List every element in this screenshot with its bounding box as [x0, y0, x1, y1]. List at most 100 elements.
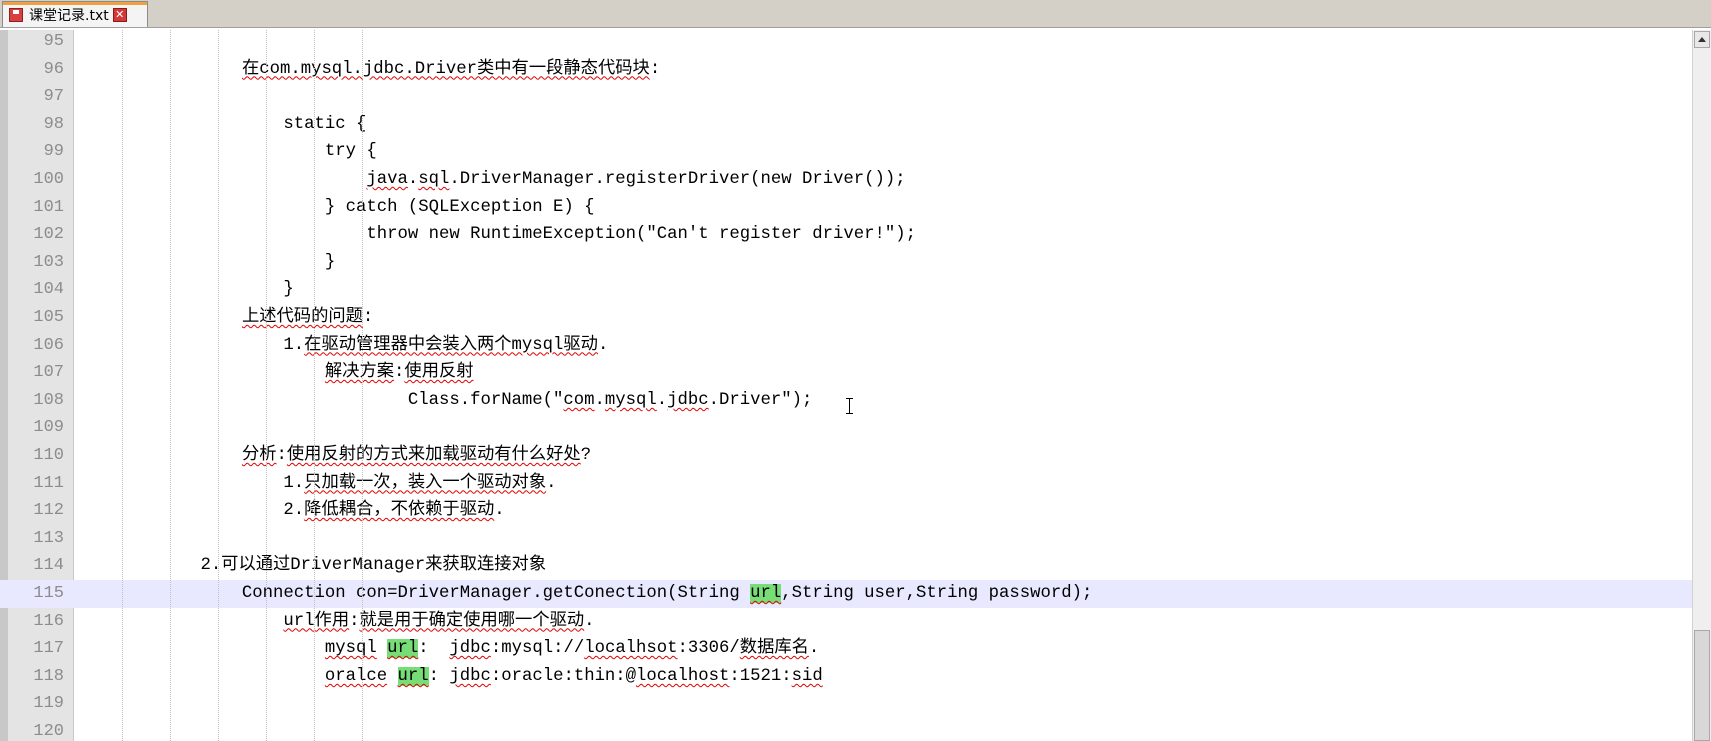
line-text[interactable]: static { [76, 111, 366, 139]
text-segment: url [283, 611, 315, 631]
indent-guide [170, 30, 171, 741]
code-line[interactable]: 115 Connection con=DriverManager.getCone… [0, 580, 1692, 608]
code-line[interactable]: 110 分析:使用反射的方式来加载驱动有什么好处? [0, 442, 1692, 470]
text-segment: throw new RuntimeException("Can't regist… [76, 225, 917, 245]
text-segment: sql [418, 170, 450, 189]
code-line[interactable]: 117 mysql url: jdbc:mysql://localhsot:33… [0, 635, 1692, 663]
line-number: 106 [33, 335, 64, 355]
code-lines[interactable]: 95 96 在com.mysql.jdbc.Driver类中有一段静态代码块: 97… [0, 30, 1692, 741]
text-segment: . [546, 473, 557, 493]
code-line[interactable]: 100 java.sql.DriverManager.registerDrive… [0, 166, 1692, 194]
line-text[interactable]: } [76, 249, 335, 277]
text-segment [76, 363, 325, 382]
line-text[interactable]: 2.降低耦合，不依赖于驱动. [76, 497, 505, 525]
text-segment [76, 612, 283, 631]
code-line[interactable]: 101 } catch (SQLException E) { [0, 194, 1692, 222]
line-text[interactable]: java.sql.DriverManager.registerDriver(ne… [76, 166, 905, 194]
line-text[interactable]: Connection con=DriverManager.getConectio… [76, 580, 1092, 608]
line-number: 95 [43, 32, 64, 51]
code-line[interactable]: 95 [0, 30, 1692, 56]
scrollbar-thumb[interactable] [1694, 630, 1710, 741]
scroll-up-arrow-icon[interactable] [1694, 31, 1710, 48]
code-line[interactable]: 112 2.降低耦合，不依赖于驱动. [0, 497, 1692, 525]
code-line[interactable]: 118 oralce url: jdbc:oracle:thin:@localh… [0, 663, 1692, 691]
text-segment: :3306/ [677, 639, 740, 659]
line-text[interactable]: url作用:就是用于确定使用哪一个驱动. [76, 608, 594, 636]
text-segment: 2. [76, 501, 305, 521]
code-line[interactable]: 111 1.只加载一次，装入一个驱动对象. [0, 470, 1692, 498]
code-line[interactable]: 113 [0, 525, 1692, 553]
code-line[interactable]: 105 上述代码的问题: [0, 304, 1692, 332]
editor-area[interactable]: 95 96 在com.mysql.jdbc.Driver类中有一段静态代码块: 97… [0, 30, 1711, 741]
text-segment: sid [791, 666, 823, 686]
code-line[interactable]: 102 throw new RuntimeException("Can't re… [0, 221, 1692, 249]
text-segment: 解决方案 [324, 363, 395, 383]
line-text[interactable]: 上述代码的问题: [76, 304, 373, 332]
text-segment [76, 170, 366, 189]
search-highlight: url [397, 666, 429, 686]
text-segment: . [407, 170, 419, 189]
search-highlight: url [387, 639, 419, 659]
line-number: 110 [33, 446, 64, 465]
vertical-scrollbar[interactable] [1692, 30, 1711, 741]
text-cursor-icon [845, 396, 855, 416]
line-text[interactable]: 分析:使用反射的方式来加载驱动有什么好处? [76, 442, 591, 470]
line-number: 101 [33, 197, 64, 217]
line-number: 98 [43, 114, 64, 134]
line-number: 117 [33, 639, 64, 659]
line-text[interactable]: oralce url: jdbc:oracle:thin:@localhost:… [76, 663, 823, 691]
text-segment: } catch (SQLException E) { [76, 197, 595, 217]
text-segment: :oracle:thin:@ [490, 666, 637, 686]
indent-guide [218, 30, 219, 741]
indent-guide [122, 30, 123, 741]
text-segment: 使用反射的方式来加载驱动有什么好处 [286, 446, 581, 465]
text-segment: . [494, 501, 505, 521]
text-segment: : [362, 308, 374, 327]
text-segment: 作用 [314, 611, 350, 631]
line-number: 107 [33, 363, 64, 383]
line-text[interactable]: } [76, 276, 293, 304]
line-number: 96 [43, 59, 64, 79]
code-line[interactable]: 99 try { [0, 138, 1692, 166]
code-line[interactable]: 109 [0, 414, 1692, 442]
text-segment: java [366, 170, 408, 189]
line-text[interactable]: mysql url: jdbc:mysql://localhsot:3306/数… [76, 635, 819, 663]
code-line[interactable]: 107 解决方案:使用反射 [0, 359, 1692, 387]
code-line[interactable]: 119 [0, 690, 1692, 718]
text-segment: mysql [604, 390, 657, 410]
line-text[interactable]: 在com.mysql.jdbc.Driver类中有一段静态代码块: [76, 56, 660, 84]
text-segment: :mysql:// [490, 639, 585, 659]
code-line[interactable]: 120 [0, 718, 1692, 741]
line-text[interactable]: 1.在驱动管理器中会装入两个mysql驱动. [76, 332, 608, 360]
tab-bar: 课堂记录.txt ✕ [0, 0, 1711, 28]
code-line[interactable]: 104 } [0, 276, 1692, 304]
code-line[interactable]: 103 } [0, 249, 1692, 277]
text-segment: 使用反射 [404, 363, 474, 383]
tab-file[interactable]: 课堂记录.txt ✕ [2, 1, 148, 27]
save-icon [9, 7, 23, 22]
text-segment: : [276, 446, 287, 465]
line-number: 111 [33, 473, 64, 493]
text-segment: 数据库名 [739, 639, 809, 659]
indent-guide [314, 30, 315, 741]
code-line[interactable]: 96 在com.mysql.jdbc.Driver类中有一段静态代码块: [0, 56, 1692, 84]
line-number: 105 [33, 308, 64, 327]
text-segment: Connection con=DriverManager.getConectio… [76, 584, 751, 603]
code-line[interactable]: 116 url作用:就是用于确定使用哪一个驱动. [0, 608, 1692, 636]
line-text[interactable]: 2.可以通过DriverManager来获取连接对象 [76, 552, 546, 580]
line-text[interactable]: Class.forName("com.mysql.jdbc.Driver"); [76, 387, 813, 415]
line-text[interactable]: 1.只加载一次，装入一个驱动对象. [76, 470, 556, 498]
code-line[interactable]: 97 [0, 83, 1692, 111]
line-text[interactable]: } catch (SQLException E) { [76, 194, 595, 222]
text-segment: : [418, 639, 450, 659]
code-line[interactable]: 106 1.在驱动管理器中会装入两个mysql驱动. [0, 332, 1692, 360]
close-icon[interactable]: ✕ [112, 7, 127, 22]
code-line[interactable]: 114 2.可以通过DriverManager来获取连接对象 [0, 552, 1692, 580]
tab-active-accent [3, 2, 147, 5]
code-line[interactable]: 98 static { [0, 111, 1692, 139]
line-text[interactable]: throw new RuntimeException("Can't regist… [76, 221, 916, 249]
text-segment: } [76, 252, 336, 272]
text-segment: Class.forName(" [76, 390, 564, 410]
line-text[interactable]: 解决方案:使用反射 [76, 359, 474, 387]
text-segment: jdbc [449, 666, 491, 686]
